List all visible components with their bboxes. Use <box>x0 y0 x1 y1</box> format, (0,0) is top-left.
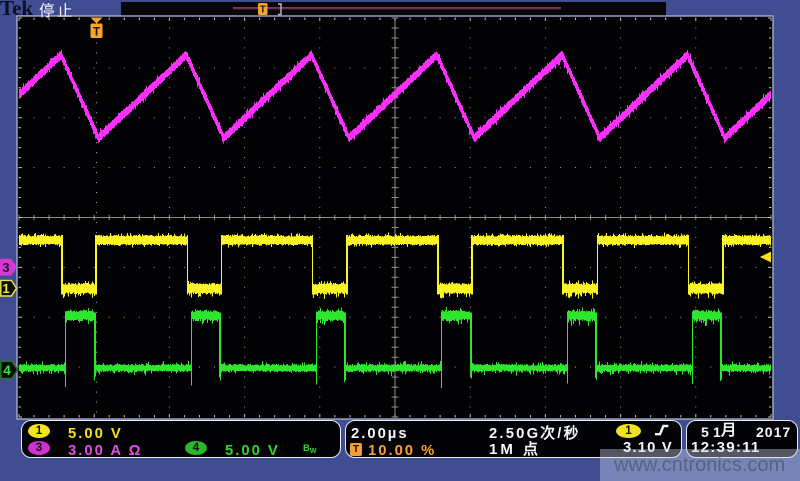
svg-text:T: T <box>260 5 266 16</box>
svg-text:1: 1 <box>2 281 9 296</box>
svg-text:3: 3 <box>2 260 9 275</box>
svg-text:4: 4 <box>3 363 11 378</box>
svg-text:T: T <box>93 25 101 39</box>
